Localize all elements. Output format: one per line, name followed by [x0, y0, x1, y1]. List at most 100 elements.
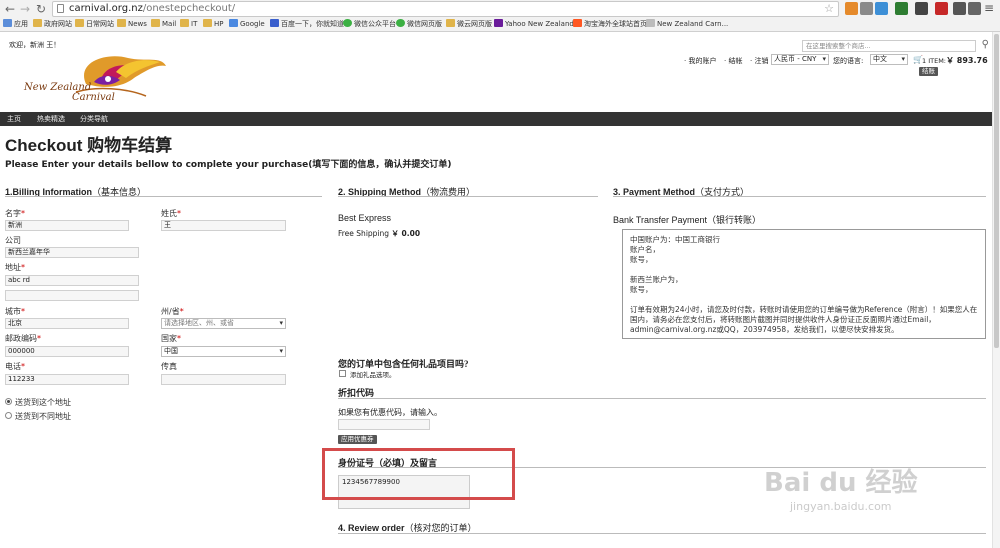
address-line1-field[interactable]: abc rd — [5, 275, 139, 286]
address-line2-field[interactable] — [5, 290, 139, 301]
last-name-field[interactable]: 王 — [161, 220, 286, 231]
scrollbar[interactable] — [992, 32, 1000, 548]
coupon-input[interactable] — [338, 419, 430, 430]
apps-icon — [3, 19, 12, 27]
highlight-box — [322, 448, 515, 500]
folder-icon — [203, 19, 212, 27]
company-field[interactable]: 新西兰嘉年华 — [5, 247, 139, 258]
ship-same-label[interactable]: 送货到这个地址 — [15, 397, 71, 408]
country-select[interactable]: 中国 — [161, 346, 286, 357]
back-icon[interactable]: ← — [3, 2, 17, 16]
shipping-option[interactable]: Free Shipping ￥ 0.00 — [338, 228, 420, 239]
ship-same-radio[interactable] — [5, 398, 12, 405]
watermark-brand: Bai du 经验 — [764, 468, 918, 498]
translate-icon[interactable] — [875, 2, 888, 15]
billing-divider — [5, 196, 322, 197]
bookmark-taobao[interactable]: 淘宝海外全球站首页 — [573, 19, 647, 30]
forward-icon[interactable]: → — [18, 2, 32, 16]
fax-field[interactable] — [161, 374, 286, 385]
site-logo[interactable]: New Zealand Carnival — [16, 52, 176, 108]
my-account-link[interactable]: · 我的账户 — [684, 56, 716, 66]
ship-diff-label[interactable]: 送货到不同地址 — [15, 411, 71, 422]
share-icon[interactable] — [968, 2, 981, 15]
company-label: 公司 — [5, 236, 21, 245]
cart-count[interactable]: 1 ITEM: — [922, 57, 946, 65]
fax-label: 传真 — [161, 362, 177, 371]
bookmark-weiyun[interactable]: 微云网页版 — [446, 19, 492, 30]
bookmark-wechat-web[interactable]: 微信网页版 — [396, 19, 442, 30]
bookmark-wechat-mp[interactable]: 微信公众平台 — [343, 19, 396, 30]
welcome-text: 欢迎，新洲 王！ — [9, 41, 61, 49]
phone-field[interactable]: 112233 — [5, 374, 129, 385]
bookmark-apps[interactable]: 应用 — [3, 19, 28, 30]
folder-icon — [446, 19, 455, 27]
taobao-icon — [573, 19, 582, 27]
address-bar[interactable]: carnival.org.nz/onestepcheckout/ ☆ — [52, 1, 839, 17]
shipping-carrier: Best Express — [338, 213, 392, 223]
cart-checkout-button[interactable]: 结账 — [919, 67, 938, 76]
search-icon[interactable]: ⚲ — [982, 39, 989, 50]
star-icon[interactable]: ☆ — [824, 2, 834, 16]
page-icon — [57, 4, 64, 13]
page-title: Checkout 购物车结算 — [5, 136, 173, 155]
baidu-icon — [270, 19, 279, 27]
reload-icon[interactable]: ↻ — [34, 2, 48, 16]
page-icon — [646, 19, 655, 27]
state-select[interactable]: 请选择地区、州、或省 — [161, 318, 286, 329]
folder-icon — [151, 19, 160, 27]
city-label: 城市* — [5, 307, 25, 316]
bookmark-folder[interactable]: IT — [180, 19, 197, 30]
bookmark-carnival[interactable]: New Zealand Carn... — [646, 19, 728, 30]
search-input[interactable]: 在这里搜索整个商店... ⚲ — [802, 39, 989, 52]
checkout-link[interactable]: · 结帐 — [724, 56, 742, 66]
phone-label: 电话* — [5, 362, 25, 371]
logo-text-2: Carnival — [72, 92, 115, 103]
bookmark-baidu[interactable]: 百度一下，你就知道 — [270, 19, 344, 30]
gift-option-label[interactable]: 添加礼品选项。 — [350, 369, 396, 379]
apply-coupon-button[interactable]: 应用优惠券 — [338, 435, 377, 444]
address-label: 地址* — [5, 263, 25, 272]
bookmark-yahoo[interactable]: Yahoo New Zealand — [494, 19, 574, 30]
extension-gray-icon[interactable] — [953, 2, 966, 15]
watermark-url: jingyan.baidu.com — [790, 500, 892, 513]
bookmark-folder[interactable]: 政府网站 — [33, 19, 72, 30]
extension-dark-icon[interactable] — [915, 2, 928, 15]
ship-diff-radio[interactable] — [5, 412, 12, 419]
review-divider — [338, 533, 986, 534]
currency-select[interactable]: 人民币 - CNY — [771, 54, 829, 65]
scrollbar-thumb[interactable] — [994, 34, 999, 348]
extension-red-icon[interactable] — [935, 2, 948, 15]
bookmark-google[interactable]: Google — [229, 19, 265, 30]
language-select[interactable]: 中文 — [870, 54, 908, 65]
bookmark-folder[interactable]: HP — [203, 19, 224, 30]
extension-icon[interactable] — [860, 2, 873, 15]
coupon-prompt: 如果您有优惠代码，请输入。 — [338, 408, 442, 417]
wechat-icon — [396, 19, 405, 27]
zip-field[interactable]: 000000 — [5, 346, 129, 357]
logout-link[interactable]: · 注销 — [750, 56, 768, 66]
bookmark-folder[interactable]: 日常网站 — [75, 19, 114, 30]
country-label: 国家* — [161, 334, 181, 343]
first-name-label: 名字* — [5, 209, 25, 218]
city-field[interactable]: 北京 — [5, 318, 129, 329]
bank-transfer-info: 中国账户为：中国工商银行 账户名， 账号， 新西兰账户为， 账号， 订单有效期为… — [622, 229, 986, 339]
bookmark-folder[interactable]: News — [117, 19, 147, 30]
gift-checkbox[interactable] — [339, 370, 346, 377]
last-name-label: 姓氏* — [161, 209, 181, 218]
first-name-field[interactable]: 新洲 — [5, 220, 129, 231]
folder-icon — [117, 19, 126, 27]
google-icon — [229, 19, 238, 27]
search-placeholder: 在这里搜索整个商店... — [806, 42, 871, 50]
url-path: /onestepcheckout/ — [142, 3, 236, 14]
bookmark-folder[interactable]: Mail — [151, 19, 176, 30]
nav-hot[interactable]: 热卖精选 — [37, 112, 65, 126]
browser-chrome: ← → ↻ carnival.org.nz/onestepcheckout/ ☆… — [0, 0, 1000, 32]
payment-method[interactable]: Bank Transfer Payment（银行转账） — [613, 213, 761, 226]
nav-category[interactable]: 分类导航 — [80, 112, 108, 126]
extension-green-icon[interactable] — [895, 2, 908, 15]
folder-icon — [33, 19, 42, 27]
rss-icon[interactable] — [845, 2, 858, 15]
menu-icon[interactable]: ≡ — [984, 1, 994, 15]
shipping-divider — [338, 196, 598, 197]
nav-home[interactable]: 主页 — [7, 112, 21, 126]
